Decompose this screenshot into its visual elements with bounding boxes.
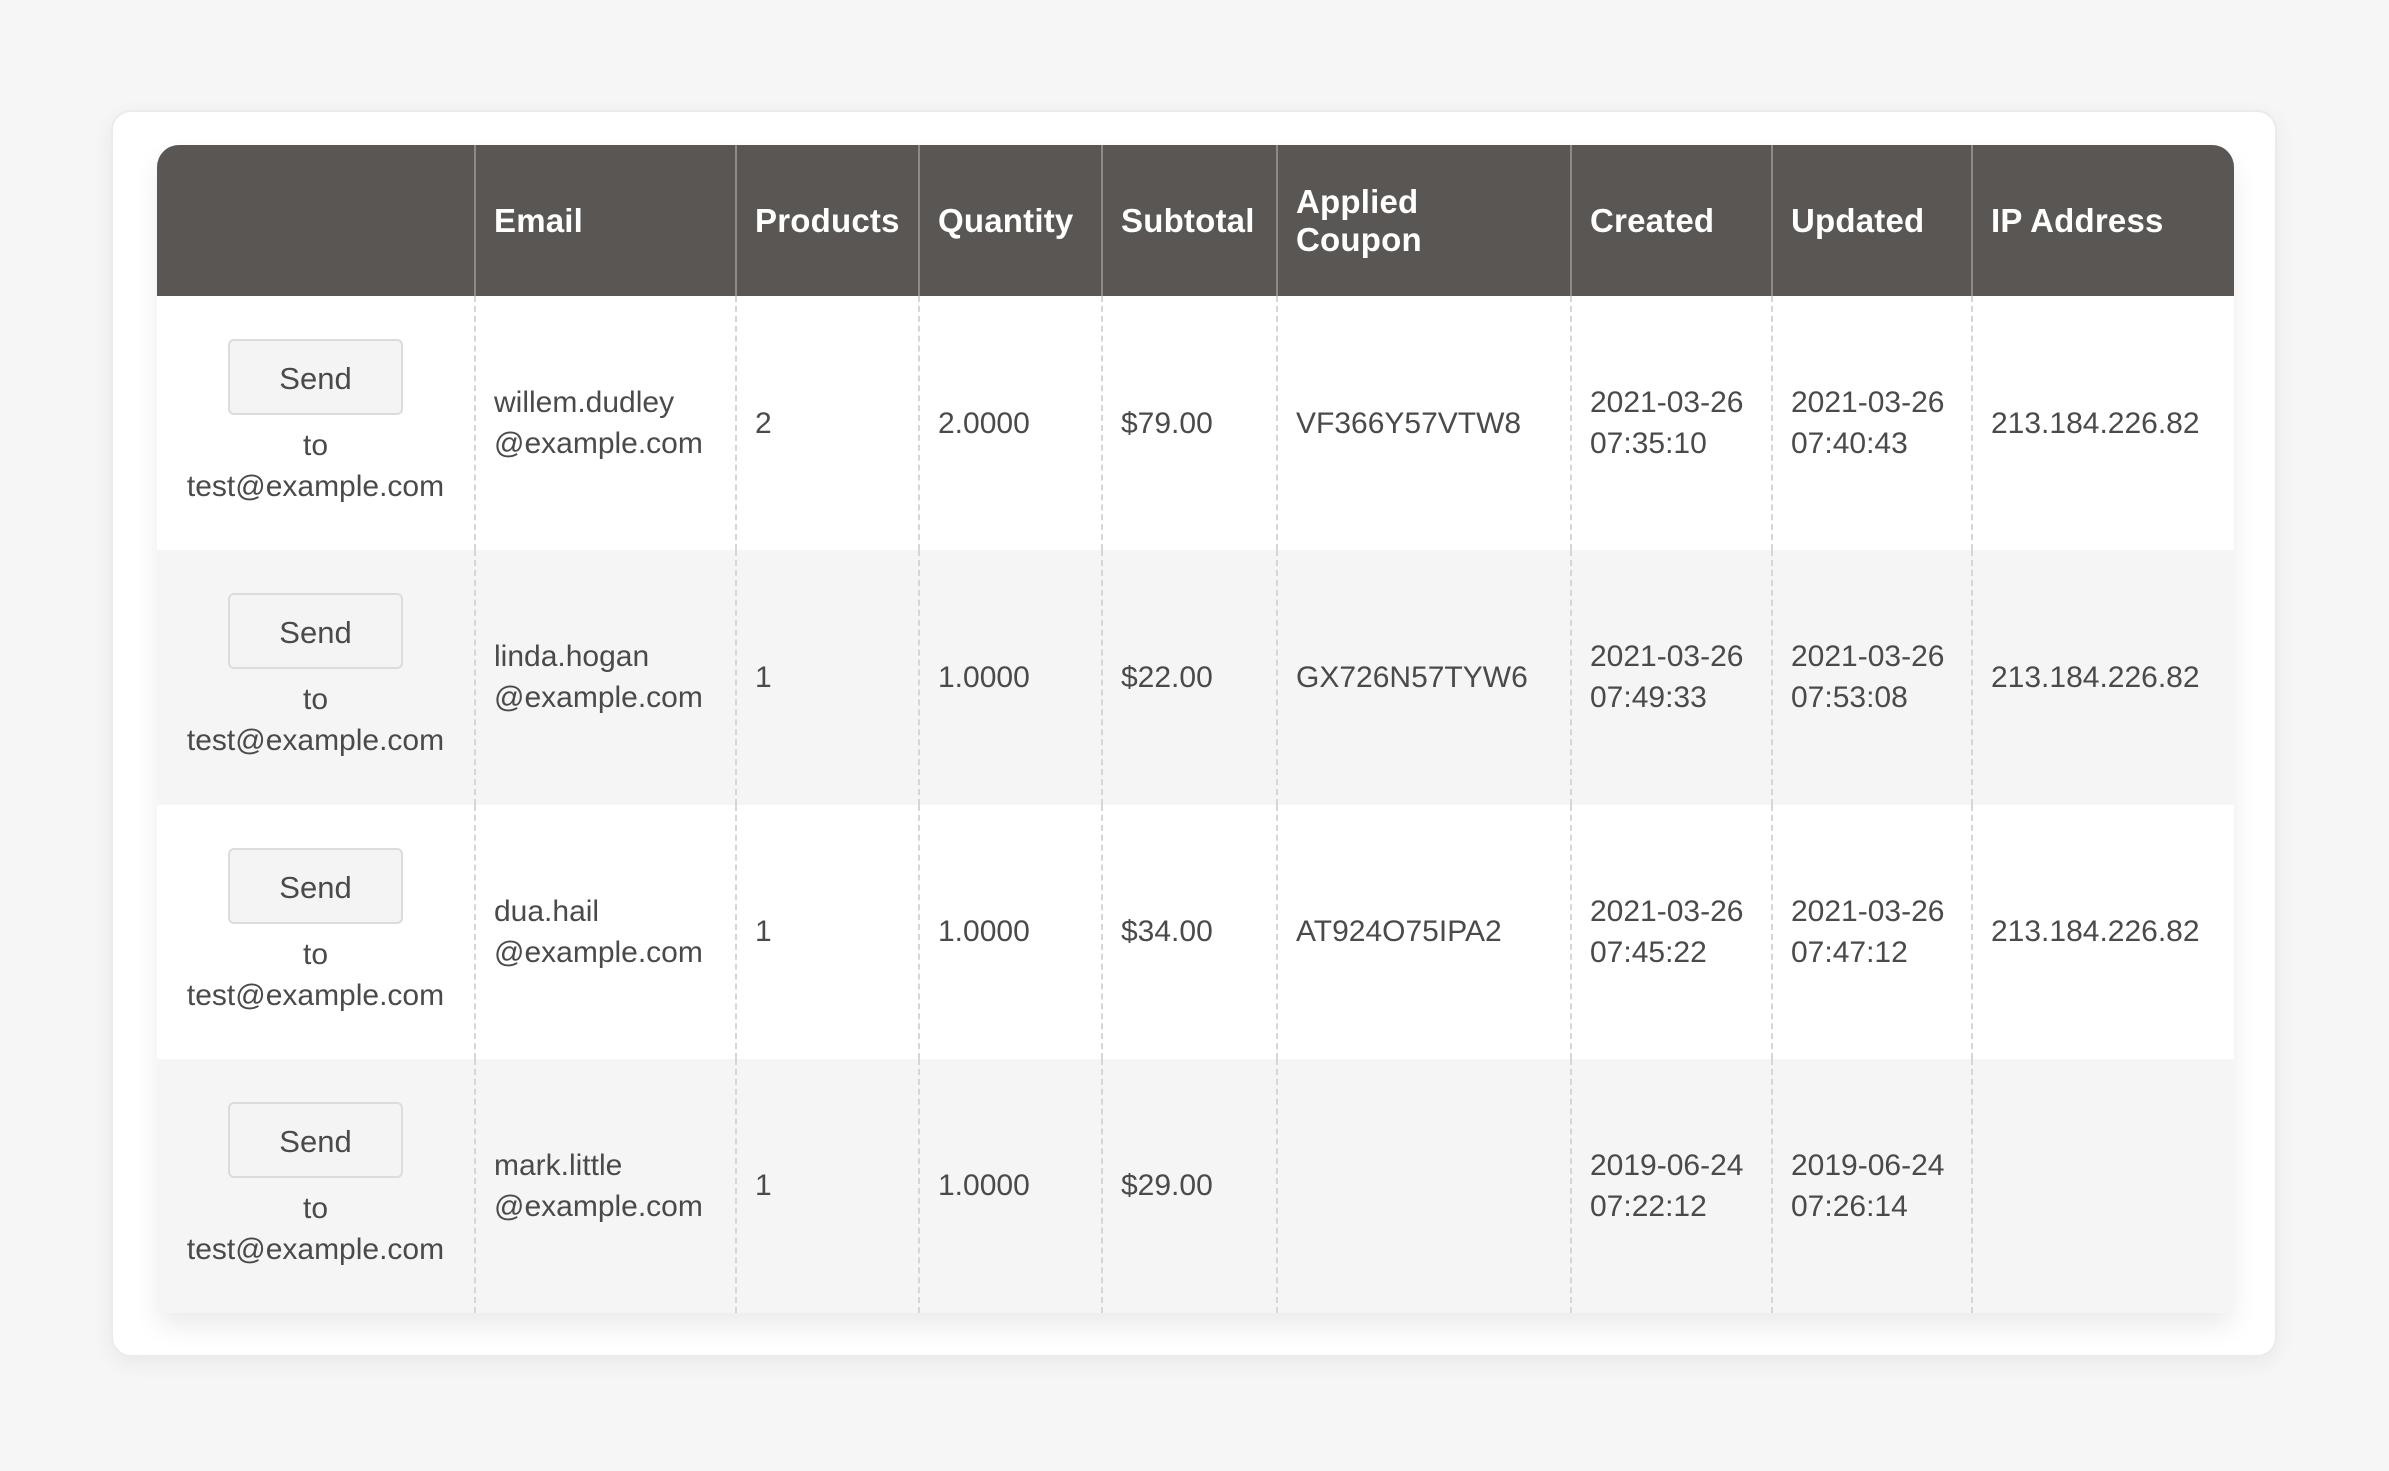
quantity-cell: 1.0000 xyxy=(918,1058,1102,1313)
created-cell: 2021-03-26 07:49:33 xyxy=(1570,550,1772,805)
updated-time: 07:40:43 xyxy=(1791,427,1908,461)
created-time: 07:45:22 xyxy=(1590,935,1707,969)
table-row: Send to test@example.com linda.hogan @ex… xyxy=(157,550,2234,805)
email-user: willem.dudley xyxy=(494,386,675,420)
subtotal-cell: $22.00 xyxy=(1101,550,1277,805)
send-to-label: to xyxy=(302,429,329,463)
send-target-email: test@example.com xyxy=(186,470,445,504)
email-cell: mark.little @example.com xyxy=(474,1058,736,1313)
table-row: Send to test@example.com willem.dudley @… xyxy=(157,296,2234,551)
header-ip-address[interactable]: IP Address xyxy=(1971,145,2234,296)
abandoned-carts-table: Email Products Quantity Subtotal Applied… xyxy=(157,145,2234,1313)
abandoned-carts-table-container: Email Products Quantity Subtotal Applied… xyxy=(157,145,2234,1313)
email-user: linda.hogan xyxy=(494,640,650,674)
email-cell: linda.hogan @example.com xyxy=(474,550,736,805)
email-domain: @example.com xyxy=(494,681,703,715)
quantity-cell: 1.0000 xyxy=(918,550,1102,805)
send-button[interactable]: Send xyxy=(228,593,403,670)
updated-date: 2021-03-26 xyxy=(1791,894,1945,928)
updated-date: 2021-03-26 xyxy=(1791,640,1945,674)
send-to-label: to xyxy=(302,1191,329,1225)
table-row: Send to test@example.com dua.hail @examp… xyxy=(157,804,2234,1059)
send-to-label: to xyxy=(302,937,329,971)
subtotal-cell: $79.00 xyxy=(1101,296,1277,551)
action-cell: Send to test@example.com xyxy=(157,1059,475,1313)
coupon-cell: AT924O75IPA2 xyxy=(1276,804,1571,1059)
email-domain: @example.com xyxy=(494,935,703,969)
coupon-cell: VF366Y57VTW8 xyxy=(1276,296,1571,551)
created-date: 2021-03-26 xyxy=(1590,640,1744,674)
updated-time: 07:53:08 xyxy=(1791,681,1908,715)
subtotal-cell: $29.00 xyxy=(1101,1058,1277,1313)
header-products[interactable]: Products xyxy=(735,145,919,296)
ip-cell: 213.184.226.82 xyxy=(1971,296,2234,551)
coupon-cell xyxy=(1276,1058,1571,1313)
send-button[interactable]: Send xyxy=(228,1101,403,1178)
updated-time: 07:26:14 xyxy=(1791,1189,1908,1223)
send-target-email: test@example.com xyxy=(186,724,445,758)
header-updated[interactable]: Updated xyxy=(1771,145,1972,296)
created-cell: 2021-03-26 07:35:10 xyxy=(1570,296,1772,551)
send-target-email: test@example.com xyxy=(186,1232,445,1266)
updated-cell: 2021-03-26 07:40:43 xyxy=(1771,296,1972,551)
updated-date: 2021-03-26 xyxy=(1791,386,1945,420)
header-applied-coupon[interactable]: Applied Coupon xyxy=(1276,145,1571,296)
products-cell: 1 xyxy=(735,1058,919,1313)
created-date: 2021-03-26 xyxy=(1590,894,1744,928)
created-time: 07:49:33 xyxy=(1590,681,1707,715)
updated-cell: 2021-03-26 07:47:12 xyxy=(1771,804,1972,1059)
send-to-label: to xyxy=(302,683,329,717)
ip-cell: 213.184.226.82 xyxy=(1971,804,2234,1059)
send-button[interactable]: Send xyxy=(228,847,403,924)
send-target-email: test@example.com xyxy=(186,978,445,1012)
created-cell: 2019-06-24 07:22:12 xyxy=(1570,1058,1772,1313)
email-domain: @example.com xyxy=(494,427,703,461)
products-cell: 2 xyxy=(735,296,919,551)
products-cell: 1 xyxy=(735,804,919,1059)
updated-cell: 2021-03-26 07:53:08 xyxy=(1771,550,1972,805)
created-date: 2019-06-24 xyxy=(1590,1148,1744,1182)
created-time: 07:22:12 xyxy=(1590,1189,1707,1223)
ip-cell xyxy=(1971,1058,2234,1313)
header-created[interactable]: Created xyxy=(1570,145,1772,296)
products-cell: 1 xyxy=(735,550,919,805)
email-user: dua.hail xyxy=(494,894,600,928)
table-row: Send to test@example.com mark.little @ex… xyxy=(157,1058,2234,1313)
updated-time: 07:47:12 xyxy=(1791,935,1908,969)
email-user: mark.little xyxy=(494,1148,623,1182)
subtotal-cell: $34.00 xyxy=(1101,804,1277,1059)
coupon-cell: GX726N57TYW6 xyxy=(1276,550,1571,805)
header-quantity[interactable]: Quantity xyxy=(918,145,1102,296)
created-cell: 2021-03-26 07:45:22 xyxy=(1570,804,1772,1059)
email-domain: @example.com xyxy=(494,1189,703,1223)
created-time: 07:35:10 xyxy=(1590,427,1707,461)
header-email[interactable]: Email xyxy=(474,145,736,296)
email-cell: dua.hail @example.com xyxy=(474,804,736,1059)
quantity-cell: 2.0000 xyxy=(918,296,1102,551)
updated-date: 2019-06-24 xyxy=(1791,1148,1945,1182)
table-header-row: Email Products Quantity Subtotal Applied… xyxy=(157,145,2234,296)
action-cell: Send to test@example.com xyxy=(157,550,475,804)
header-subtotal[interactable]: Subtotal xyxy=(1101,145,1277,296)
action-cell: Send to test@example.com xyxy=(157,296,475,550)
email-cell: willem.dudley @example.com xyxy=(474,296,736,551)
updated-cell: 2019-06-24 07:26:14 xyxy=(1771,1058,1972,1313)
action-cell: Send to test@example.com xyxy=(157,805,475,1059)
ip-cell: 213.184.226.82 xyxy=(1971,550,2234,805)
created-date: 2021-03-26 xyxy=(1590,386,1744,420)
send-button[interactable]: Send xyxy=(228,339,403,416)
quantity-cell: 1.0000 xyxy=(918,804,1102,1059)
header-action xyxy=(157,145,475,296)
